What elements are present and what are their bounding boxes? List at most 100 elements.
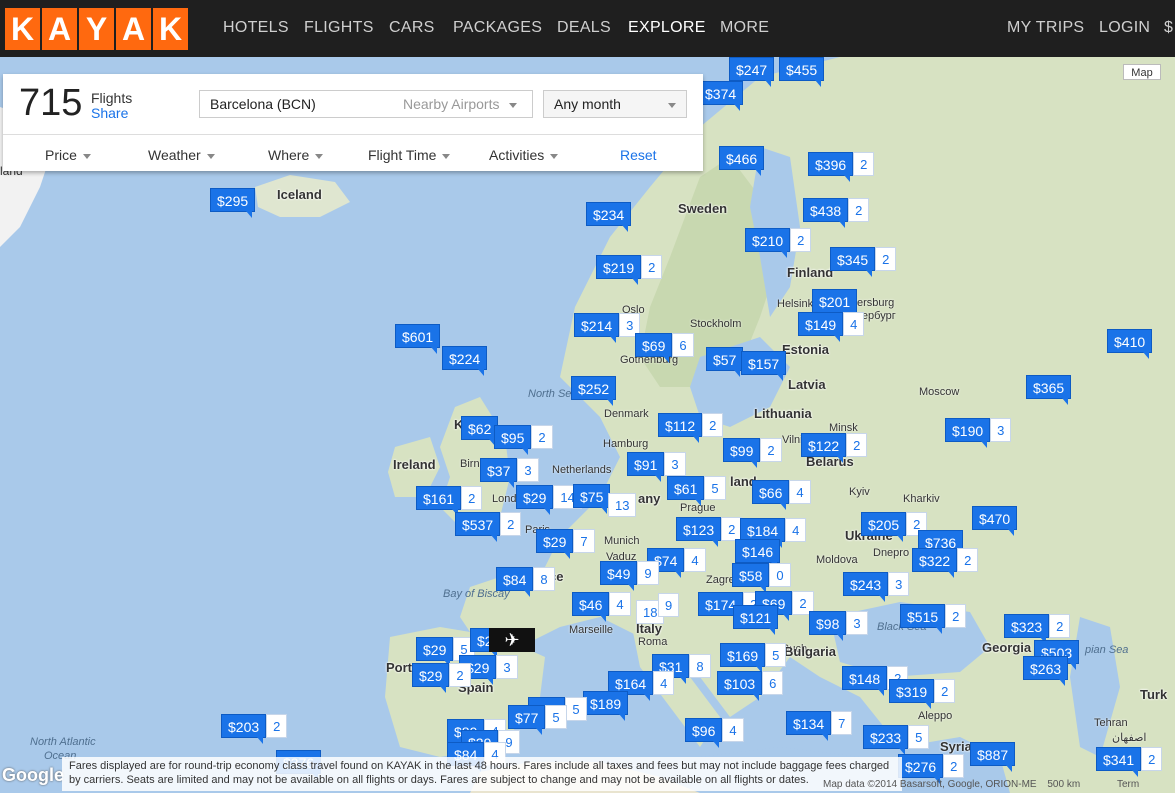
pin-count: 2 xyxy=(945,604,967,628)
price-pin[interactable]: $323 2 xyxy=(1004,614,1071,644)
pin-price: $57 xyxy=(706,347,744,377)
price-pin[interactable]: $49 9 xyxy=(600,561,659,591)
price-pin[interactable]: $295 xyxy=(210,188,256,218)
price-pin[interactable]: $345 2 xyxy=(830,247,897,277)
price-pin[interactable]: $224 xyxy=(442,346,488,376)
price-pin[interactable]: $157 xyxy=(741,351,787,381)
nav-deals[interactable]: DEALS xyxy=(557,19,611,37)
price-pin[interactable]: $601 xyxy=(395,324,441,354)
price-pin[interactable]: $121 xyxy=(733,605,779,635)
price-pin[interactable]: $29 2 xyxy=(412,663,471,693)
price-pin[interactable]: $319 2 xyxy=(889,679,956,709)
price-pin[interactable]: $455 xyxy=(779,57,825,87)
filter-activities[interactable]: Activities xyxy=(489,147,559,163)
price-pin[interactable]: $66 4 xyxy=(752,480,811,510)
filter-label: Flight Time xyxy=(368,147,437,163)
pin-price: $29 xyxy=(536,529,574,559)
price-pin[interactable]: $466 xyxy=(719,146,765,176)
price-pin[interactable]: $410 xyxy=(1107,329,1153,359)
price-pin[interactable]: $233 5 xyxy=(863,725,930,755)
price-pin[interactable]: $887 xyxy=(970,742,1016,772)
price-pin[interactable]: $438 2 xyxy=(803,198,870,228)
price-pin[interactable]: $62 xyxy=(461,416,499,446)
price-pin[interactable]: $112 2 xyxy=(658,413,724,443)
price-pin[interactable]: $69 6 xyxy=(635,333,694,363)
nav-packages[interactable]: PACKAGES xyxy=(453,19,542,37)
price-pin[interactable]: $276 2 xyxy=(898,754,965,784)
price-pin[interactable]: $203 2 xyxy=(221,714,288,744)
price-pin[interactable]: $57 xyxy=(706,347,744,377)
price-pin[interactable]: $84 8 xyxy=(496,567,555,597)
price-pin[interactable]: $134 7 xyxy=(786,711,853,741)
price-pin[interactable]: $322 2 xyxy=(912,548,979,578)
price-pin[interactable]: $234 xyxy=(586,202,632,232)
price-pin[interactable]: $61 5 xyxy=(667,476,726,506)
price-pin[interactable]: $189 xyxy=(583,691,629,721)
origin-airplane-marker[interactable]: ✈ xyxy=(489,628,535,652)
nearby-airports-dropdown[interactable]: Nearby Airports xyxy=(403,96,518,112)
pin-price: $99 xyxy=(723,438,761,468)
price-pin[interactable]: $470 xyxy=(972,506,1018,536)
price-pin[interactable]: $75 xyxy=(573,484,611,514)
price-pin[interactable]: $169 5 xyxy=(720,643,787,673)
price-pin[interactable]: $58 0 xyxy=(732,563,791,593)
price-pin[interactable]: $190 3 xyxy=(945,418,1012,448)
price-pin[interactable]: $29 14 xyxy=(516,485,582,515)
filter-label: Activities xyxy=(489,147,545,163)
nav-cars[interactable]: CARS xyxy=(389,19,435,37)
pin-price: $190 xyxy=(945,418,991,448)
price-pin[interactable]: $123 2 xyxy=(676,517,743,547)
nav-flights[interactable]: FLIGHTS xyxy=(304,19,374,37)
price-pin[interactable]: $103 6 xyxy=(717,671,784,701)
price-pin[interactable]: $122 2 xyxy=(801,433,868,463)
price-pin[interactable]: $37 3 xyxy=(480,458,539,488)
filter-where[interactable]: Where xyxy=(268,147,324,163)
price-pin[interactable]: $396 2 xyxy=(808,152,875,182)
map-type-button[interactable]: Map xyxy=(1123,64,1161,80)
price-pin[interactable]: $98 3 xyxy=(809,611,868,641)
price-pin[interactable]: $77 5 xyxy=(508,705,567,735)
price-pin[interactable]: $149 4 xyxy=(798,312,865,342)
nav-more[interactable]: MORE xyxy=(720,19,769,37)
price-pin[interactable]: $537 2 xyxy=(455,512,522,542)
nav-my-trips[interactable]: MY TRIPS xyxy=(1007,19,1084,37)
price-pin[interactable]: $210 2 xyxy=(745,228,812,258)
price-pin[interactable]: $515 2 xyxy=(900,604,967,634)
flights-count-label: Flights xyxy=(91,90,133,106)
price-pin[interactable]: $219 2 xyxy=(596,255,663,285)
month-select[interactable]: Any month xyxy=(543,90,687,118)
price-pin[interactable]: $95 2 xyxy=(494,425,553,455)
price-pin[interactable]: $263 xyxy=(1023,656,1069,686)
price-pin[interactable]: $161 2 xyxy=(416,486,483,516)
price-pin[interactable]: $91 3 xyxy=(627,452,686,482)
price-pin[interactable]: $99 2 xyxy=(723,438,782,468)
logo-letter: A xyxy=(116,8,151,50)
filter-weather[interactable]: Weather xyxy=(148,147,215,163)
nav-login[interactable]: LOGIN xyxy=(1099,19,1150,37)
kayak-logo[interactable]: K A Y A K xyxy=(5,8,188,50)
map-label-netherlands: Netherlands xyxy=(552,464,612,476)
price-pin[interactable]: $29 7 xyxy=(536,529,595,559)
nav-explore[interactable]: EXPLORE xyxy=(628,19,706,37)
nav-currency[interactable]: $ xyxy=(1164,19,1173,37)
price-pin[interactable]: $341 2 xyxy=(1096,747,1163,777)
price-pin[interactable]: 13 xyxy=(608,493,637,517)
price-pin[interactable]: $46 4 xyxy=(572,592,631,622)
nav-hotels[interactable]: HOTELS xyxy=(223,19,289,37)
price-pin[interactable]: $365 xyxy=(1026,375,1072,405)
reset-filters-link[interactable]: Reset xyxy=(620,147,657,163)
share-link[interactable]: Share xyxy=(91,105,128,121)
price-pin[interactable]: $247 xyxy=(729,57,775,87)
price-pin[interactable]: $374 xyxy=(698,81,744,111)
terms-link[interactable]: Term xyxy=(1117,779,1139,790)
chevron-down-icon xyxy=(550,153,559,159)
price-pin[interactable]: $146 xyxy=(735,539,781,569)
price-pin[interactable]: $214 3 xyxy=(574,313,641,343)
filter-price[interactable]: Price xyxy=(45,147,91,163)
price-pin[interactable]: $243 3 xyxy=(843,572,910,602)
price-pin[interactable]: $201 xyxy=(812,289,858,319)
price-pin[interactable]: $96 4 xyxy=(685,718,744,748)
price-pin[interactable]: $252 xyxy=(571,376,617,406)
price-pin[interactable]: 9 xyxy=(658,593,680,617)
filter-flight-time[interactable]: Flight Time xyxy=(368,147,451,163)
